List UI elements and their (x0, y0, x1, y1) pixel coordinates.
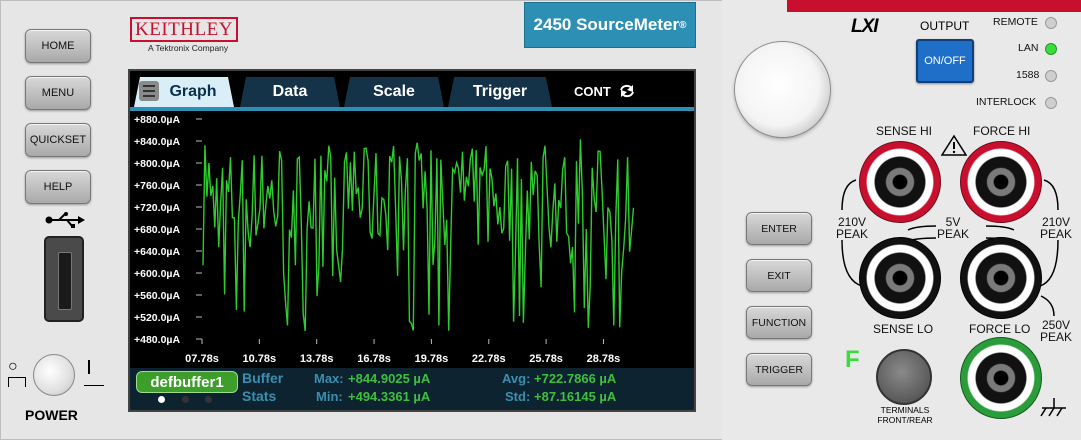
tab-data[interactable]: Data (240, 77, 340, 107)
buffer-stats-bar: defbuffer1 Buffer Stats Max: +844.9025 µ… (130, 368, 694, 410)
red-accent-bar (787, 0, 1081, 12)
force-lo-terminal[interactable] (960, 237, 1042, 319)
force-hi-terminal[interactable] (960, 141, 1042, 223)
x-tick-label: 10.78s (243, 353, 277, 365)
trigger-mode-indicator[interactable]: CONT (574, 84, 636, 99)
navigation-knob[interactable] (735, 42, 830, 137)
y-tick-label: +760.0µA (134, 180, 180, 192)
sense-peak-label: 210V PEAK (836, 215, 869, 241)
sense-lo-label: SENSE LO (873, 322, 934, 336)
x-tick-label: 07.78s (185, 353, 219, 365)
output-on-off-button[interactable]: ON/OFF (916, 39, 974, 83)
remote-indicator (1045, 17, 1057, 29)
touchscreen-display: Graph Data Scale Trigger CONT +880.0µA +8… (128, 69, 696, 412)
measurement-trace (202, 139, 635, 332)
lan-label: LAN (1018, 42, 1039, 54)
x-tick-label: 16.78s (357, 353, 391, 365)
page-dot-2 (182, 396, 189, 403)
model-badge: 2450 SourceMeter ® (524, 2, 696, 48)
remote-label: REMOTE (993, 16, 1038, 28)
x-tick-label: 22.78s (472, 353, 506, 365)
y-tick-label: +640.0µA (134, 246, 180, 258)
standby-bracket (8, 377, 26, 387)
usb-port[interactable] (44, 236, 84, 322)
y-tick-label: +520.0µA (134, 312, 180, 324)
y-tick-label: +720.0µA (134, 202, 180, 214)
terminals-front-rear-button[interactable] (876, 349, 932, 405)
enter-button[interactable]: ENTER (746, 212, 812, 245)
front-terminal-indicator: F (845, 346, 860, 373)
interlock-indicator (1045, 97, 1057, 109)
lan-indicator (1045, 43, 1057, 55)
menu-button[interactable]: MENU (25, 76, 91, 110)
quickset-button[interactable]: QUICKSET (25, 123, 91, 157)
force-lo-label: FORCE LO (969, 322, 1031, 336)
y-tick-label: +800.0µA (134, 158, 180, 170)
standby-symbol: ○ (8, 358, 18, 375)
sense-lo-terminal[interactable] (859, 237, 941, 319)
avg-value: +722.7866 µA (534, 371, 617, 386)
tab-bar: Graph Data Scale Trigger CONT (130, 73, 694, 111)
y-tick-label: +840.0µA (134, 136, 180, 148)
sense-hi-terminal[interactable] (859, 141, 941, 223)
y-tick-label: +480.0µA (134, 334, 180, 346)
buffer-name-pill[interactable]: defbuffer1 (136, 371, 238, 393)
tab-scale[interactable]: Scale (344, 77, 444, 107)
y-tick-label: +880.0µA (134, 114, 180, 126)
x-tick-label: 28.78s (587, 353, 621, 365)
exit-button[interactable]: EXIT (746, 259, 812, 292)
terminals-front-rear-label: TERMINALS FRONT/REAR (877, 405, 933, 425)
output-label: OUTPUT (920, 19, 970, 33)
chassis-ground-terminal[interactable] (960, 337, 1042, 419)
chassis-ground-icon (1040, 398, 1066, 417)
trigger-button[interactable]: TRIGGER (746, 353, 812, 386)
home-button[interactable]: HOME (25, 29, 91, 63)
page-dot-1 (158, 396, 165, 403)
mid-peak-label: 5V PEAK (937, 215, 970, 241)
tab-trigger[interactable]: Trigger (448, 77, 552, 107)
force-hi-label: FORCE HI (973, 124, 1031, 138)
std-value: +87.16145 µA (534, 389, 617, 404)
min-value: +494.3361 µA (348, 389, 431, 404)
menu-icon[interactable] (139, 81, 159, 101)
page-dot-3 (205, 396, 212, 403)
force-lo-peak-label: 250V PEAK (1040, 318, 1073, 344)
help-button[interactable]: HELP (25, 170, 91, 204)
y-tick-label: +560.0µA (134, 290, 180, 302)
refresh-icon (620, 84, 635, 98)
graph-plot[interactable]: +880.0µA +840.0µA +800.0µA +760.0µA +720.0µA… (130, 111, 694, 368)
1588-indicator (1045, 70, 1057, 82)
std-label: Std: (505, 389, 531, 404)
y-tick-label: +600.0µA (134, 268, 180, 280)
interlock-label: INTERLOCK (976, 96, 1037, 108)
x-tick-label: 19.78s (415, 353, 449, 365)
power-button[interactable] (33, 354, 75, 396)
buffer-title-line2: Stats (242, 388, 277, 404)
min-label: Min: (316, 389, 343, 404)
sense-hi-label: SENSE HI (876, 124, 933, 138)
on-symbol (88, 360, 90, 374)
1588-label: 1588 (1016, 69, 1040, 81)
x-tick-label: 25.78s (529, 353, 563, 365)
power-label: POWER (25, 407, 78, 423)
usb-icon (45, 212, 85, 228)
force-peak-label: 210V PEAK (1040, 215, 1073, 241)
buffer-title-line1: Buffer (242, 370, 284, 386)
lxi-logo: LXI (851, 16, 879, 37)
max-value: +844.9025 µA (348, 371, 431, 386)
on-bracket (84, 385, 104, 392)
keithley-logo: KEITHLEY A Tektronix Company (130, 17, 238, 53)
avg-label: Avg: (502, 371, 531, 386)
function-button[interactable]: FUNCTION (746, 306, 812, 339)
max-label: Max: (314, 371, 344, 386)
y-tick-label: +680.0µA (134, 224, 180, 236)
x-tick-label: 13.78s (300, 353, 334, 365)
